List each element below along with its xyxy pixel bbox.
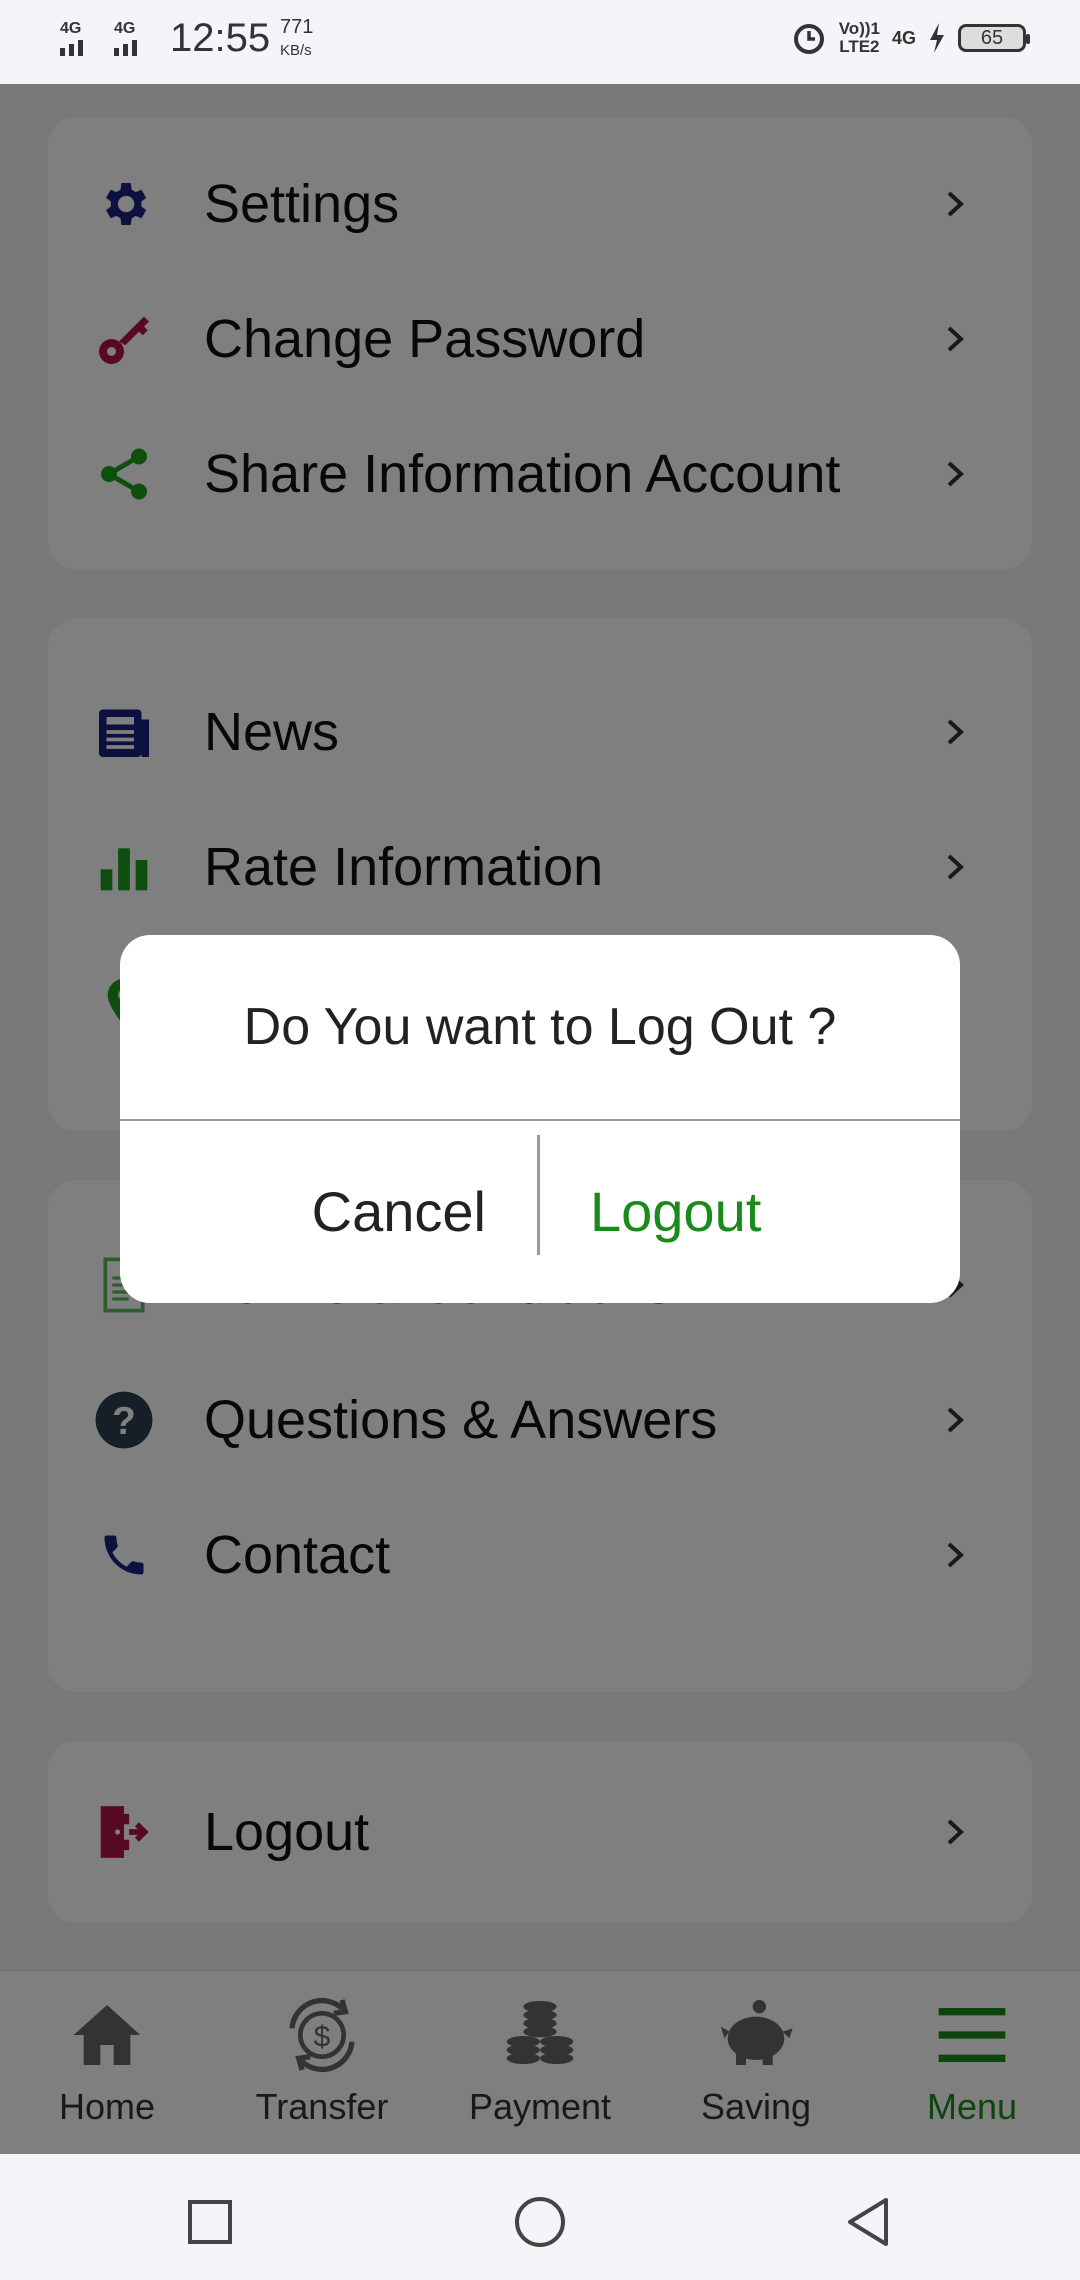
- battery-indicator: 65: [958, 24, 1030, 52]
- cancel-button[interactable]: Cancel: [120, 1121, 538, 1301]
- dialog-title: Do You want to Log Out ?: [243, 998, 837, 1056]
- sim2-label: 4G: [114, 20, 136, 37]
- volte-top: Vo))1: [838, 19, 880, 38]
- home-nav-icon[interactable]: [510, 2192, 570, 2252]
- net-type: 4G: [891, 27, 916, 48]
- volte-bottom: LTE2: [839, 37, 880, 56]
- recents-icon[interactable]: [180, 2192, 240, 2252]
- back-icon[interactable]: [838, 2192, 898, 2252]
- status-icons: Vo))1 LTE2 4G 65: [791, 20, 1030, 56]
- confirm-logout-button[interactable]: Logout: [540, 1121, 958, 1301]
- speed-value: 771: [280, 16, 314, 38]
- signal-sim2: 4G: [114, 20, 137, 56]
- status-bar: 4G 4G 12:55 771 KB/s Vo))1 LTE2 4G 65: [0, 0, 1080, 84]
- network-speed: 771 KB/s: [280, 16, 313, 62]
- logout-confirm-dialog: Do You want to Log Out ? Cancel Logout: [120, 935, 960, 1303]
- system-nav-bar: [0, 2154, 1080, 2280]
- alarm-icon: [793, 24, 824, 54]
- speed-unit: KB/s: [280, 42, 312, 59]
- sim1-label: 4G: [60, 20, 82, 37]
- volte-indicator: Vo))1 LTE2: [839, 20, 880, 56]
- signal-sim1: 4G: [60, 20, 83, 56]
- battery-level: 65: [980, 26, 1004, 49]
- clock: 12:55: [170, 16, 271, 60]
- charging-icon: [930, 23, 944, 53]
